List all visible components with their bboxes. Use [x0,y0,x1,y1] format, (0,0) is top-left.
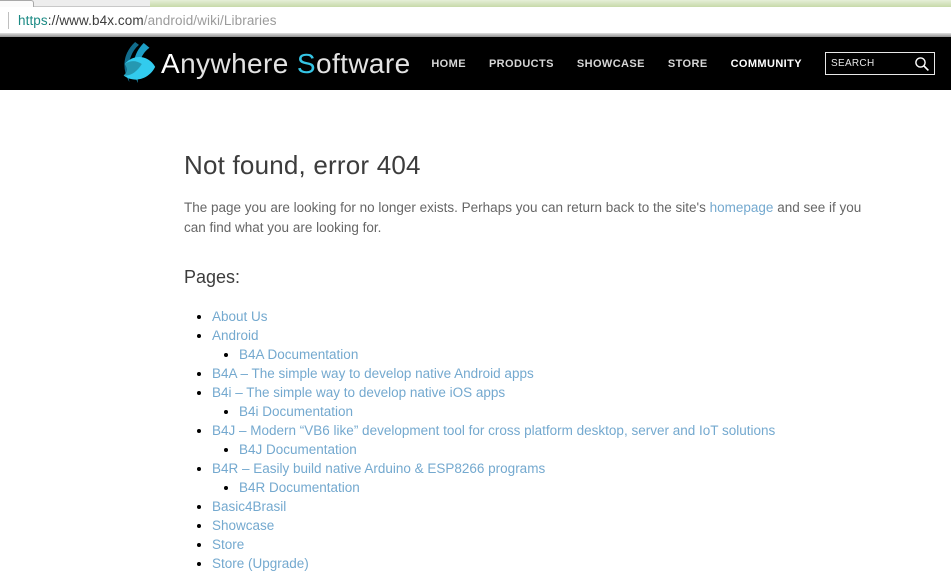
page-link[interactable]: Android [212,328,259,343]
flame-logo-icon [123,41,156,83]
page-sublink[interactable]: B4R Documentation [239,480,360,495]
page-list-item: About Us [212,307,951,326]
page-link[interactable]: B4i – The simple way to develop native i… [212,385,505,400]
page-link[interactable]: B4J – Modern “VB6 like” development tool… [212,423,775,438]
page-link[interactable]: B4R – Easily build native Arduino & ESP8… [212,461,545,476]
pages-sublist: B4J Documentation [212,440,951,459]
url-scheme: https [18,12,48,28]
page-sublist-item: B4R Documentation [239,478,951,497]
logo[interactable]: Anywhere Software [117,41,411,85]
page-list-item: Basic4Brasil [212,497,951,516]
logo-initial-s: S [296,47,316,79]
nav-item-products[interactable]: PRODUCTS [489,58,554,70]
error-message-before: The page you are looking for no longer e… [184,200,710,215]
url-text[interactable]: https://www.b4x.com/android/wiki/Librari… [18,13,277,28]
page-sublist-item: B4J Documentation [239,440,951,459]
nav-item-store[interactable]: STORE [668,58,708,70]
nav-item-home[interactable]: HOME [431,58,466,70]
page-sublink[interactable]: B4J Documentation [239,442,357,457]
page-sublink[interactable]: B4i Documentation [239,404,353,419]
page-title: Not found, error 404 [184,150,421,180]
page-list-item: B4i – The simple way to develop native i… [212,383,951,421]
logo-word2-rest: oftware [315,47,411,79]
page-sublist-item: B4A Documentation [239,345,951,364]
pages-heading: Pages: [184,267,241,287]
page-list-item: B4J – Modern “VB6 like” development tool… [212,421,951,459]
site-header: Anywhere Software HOME PRODUCTS SHOWCASE… [0,37,951,90]
logo-word1-rest: nywhere [180,47,297,79]
page-sublink[interactable]: B4A Documentation [239,347,358,362]
pages-sublist: B4A Documentation [212,345,951,364]
error-message: The page you are looking for no longer e… [184,198,864,238]
search-icon[interactable] [914,56,930,72]
page-link[interactable]: About Us [212,309,268,324]
pages-sublist: B4R Documentation [212,478,951,497]
tab-strip-background [150,0,951,7]
browser-tab-strip [0,0,951,7]
logo-initial-a: A [161,47,181,79]
address-bar[interactable]: https://www.b4x.com/android/wiki/Librari… [0,7,951,33]
page-link[interactable]: Showcase [212,518,274,533]
homepage-link[interactable]: homepage [710,200,774,215]
page-link[interactable]: Basic4Brasil [212,499,286,514]
page-list-item: Store [212,535,951,554]
nav-item-community[interactable]: COMMUNITY [731,58,802,70]
page-link[interactable]: Store (Upgrade) [212,556,309,571]
search-box[interactable] [825,52,935,75]
main-nav: HOME PRODUCTS SHOWCASE STORE COMMUNITY [431,58,825,70]
browser-tab[interactable] [0,0,34,7]
nav-item-showcase[interactable]: SHOWCASE [577,58,645,70]
page-list-item: Showcase [212,516,951,535]
page-sublist-item: B4i Documentation [239,402,951,421]
page-link[interactable]: Store [212,537,244,552]
page-list-item: B4R – Easily build native Arduino & ESP8… [212,459,951,497]
logo-text: Anywhere Software [161,47,411,79]
url-path: /android/wiki/Libraries [143,12,277,28]
address-bar-separator [8,11,9,29]
page-link[interactable]: B4A – The simple way to develop native A… [212,366,534,381]
url-host: ://www.b4x.com [47,12,144,28]
pages-sublist: B4i Documentation [212,402,951,421]
pages-list: About Us Android B4A Documentation B4A – Th… [184,307,951,573]
page-list-item: Store (Upgrade) [212,554,951,573]
search-input[interactable] [826,58,910,69]
error-page-content: Not found, error 404 The page you are lo… [0,90,951,573]
page-list-item: B4A – The simple way to develop native A… [212,364,951,383]
page-list-item: Android B4A Documentation [212,326,951,364]
